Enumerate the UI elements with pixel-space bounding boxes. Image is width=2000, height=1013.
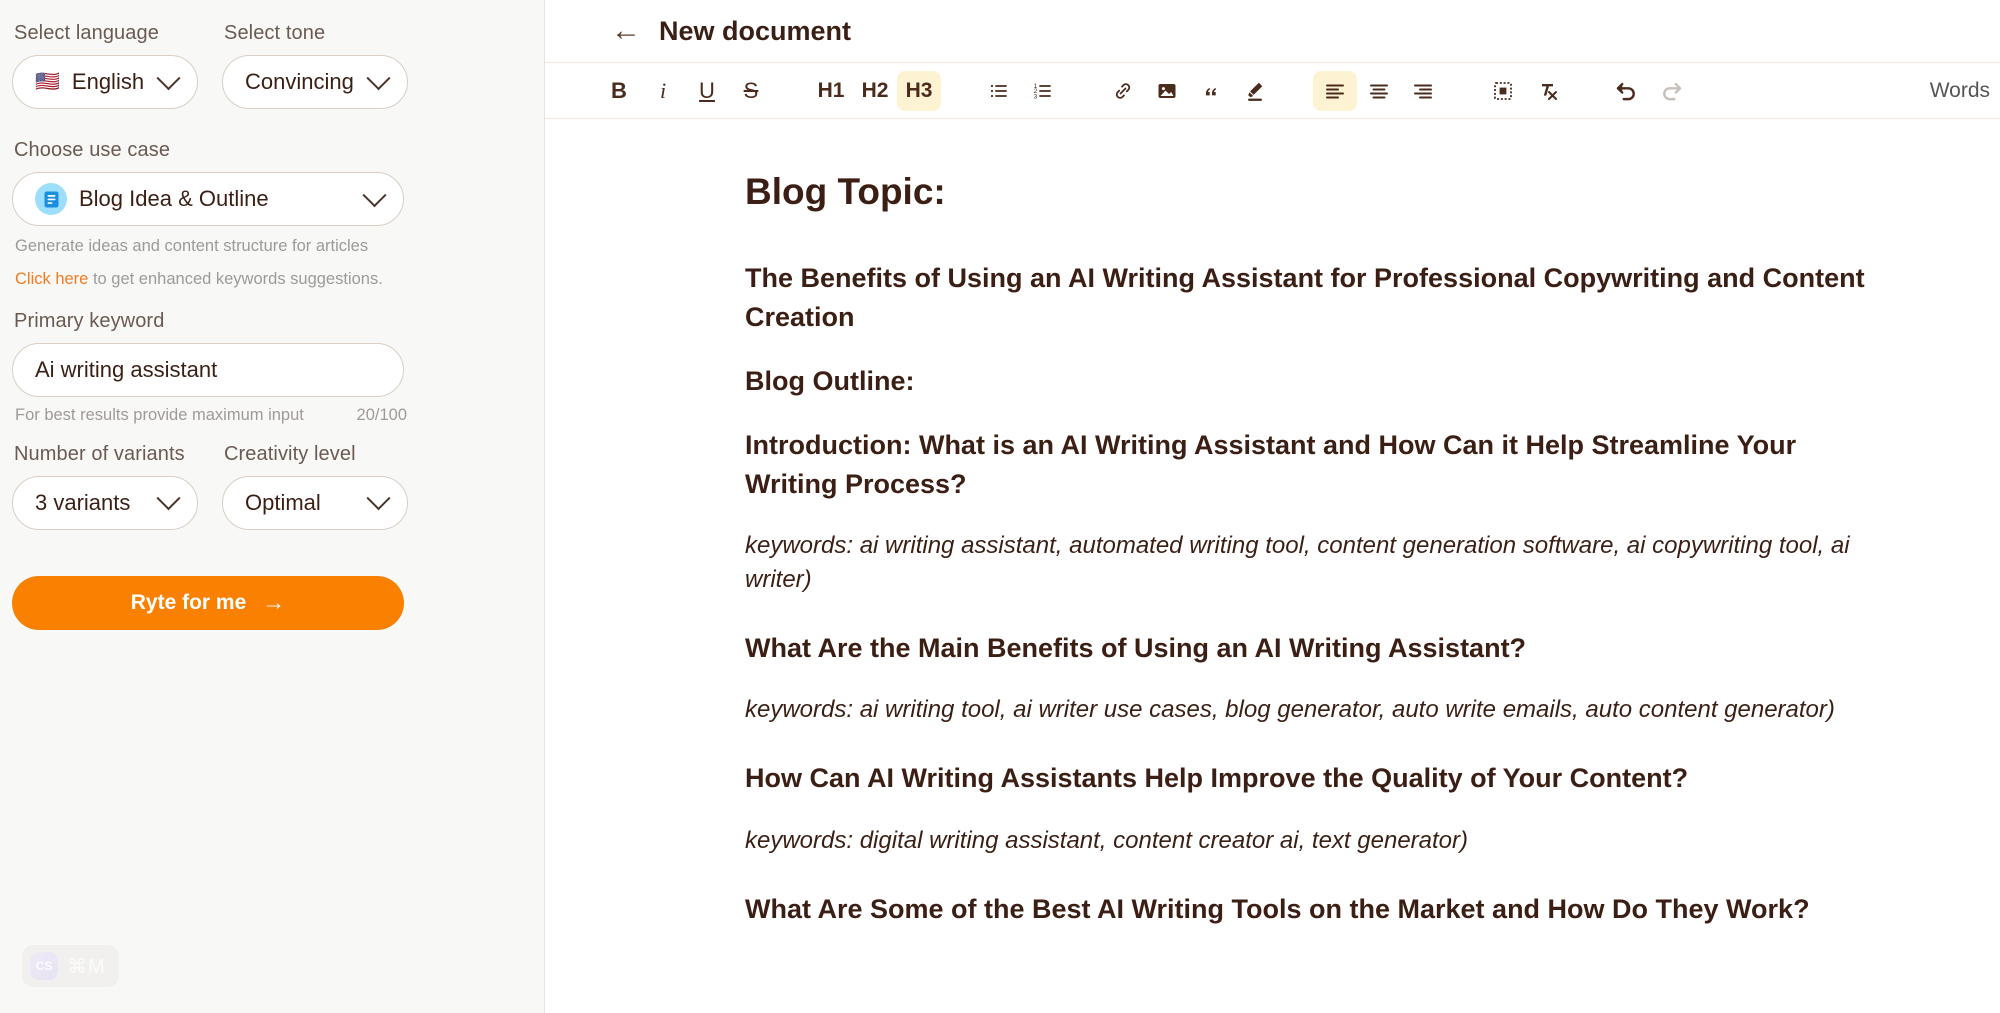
language-tone-row: Select language 🇺🇸 English Select tone C… (12, 22, 520, 123)
chevron-down-icon (156, 66, 180, 90)
heading-2-button[interactable]: H2 (853, 71, 897, 111)
creativity-select-value: Optimal (245, 490, 321, 516)
us-flag-icon: 🇺🇸 (35, 72, 60, 92)
primary-keyword-input[interactable]: Ai writing assistant (12, 343, 404, 397)
outline-section-keywords: keywords: ai writing tool, ai writer use… (745, 693, 1895, 727)
link-button[interactable] (1101, 71, 1145, 111)
blog-topic-title: Blog Topic: (745, 169, 1895, 215)
primary-keyword-field: Primary keyword Ai writing assistant For… (12, 310, 520, 425)
strikethrough-button[interactable]: S (729, 71, 773, 111)
numbered-list-button[interactable]: 1 2 3 (1021, 71, 1065, 111)
align-left-button[interactable] (1313, 71, 1357, 111)
ryte-for-me-button[interactable]: Ryte for me → (12, 576, 404, 630)
shortcut-key-label: ⌘M (67, 954, 106, 979)
heading-3-button[interactable]: H3 (897, 71, 941, 111)
variants-field: Number of variants 3 variants (12, 443, 198, 530)
document-lines-icon (35, 183, 67, 215)
tone-select-value-wrap: Convincing (245, 69, 354, 95)
creativity-value-wrap: Optimal (245, 490, 321, 516)
editor-toolbar: B i U S H1 H2 H3 1 2 3 (545, 62, 2000, 119)
outline-section-heading: Introduction: What is an AI Writing Assi… (745, 426, 1895, 503)
italic-button[interactable]: i (641, 71, 685, 111)
use-case-label: Choose use case (14, 139, 520, 162)
document-panel: ← New document B i U S H1 H2 H3 (545, 0, 2000, 1013)
cs-logo-icon: CS (30, 952, 58, 980)
outline-section-heading: What Are Some of the Best AI Writing Too… (745, 890, 1895, 928)
underline-button[interactable]: U (685, 71, 729, 111)
shortcut-badge[interactable]: CS ⌘M (22, 945, 119, 987)
tone-select[interactable]: Convincing (222, 55, 408, 109)
svg-text:3: 3 (1034, 93, 1038, 100)
tone-label: Select tone (224, 22, 408, 45)
use-case-value: Blog Idea & Outline (79, 186, 269, 212)
creativity-label: Creativity level (224, 443, 408, 466)
redo-button[interactable] (1649, 71, 1693, 111)
word-count-label: Words (1930, 79, 1990, 103)
use-case-select[interactable]: Blog Idea & Outline (12, 172, 404, 226)
blog-topic-text: The Benefits of Using an AI Writing Assi… (745, 259, 1895, 336)
language-label: Select language (14, 22, 198, 45)
highlighter-button[interactable] (1233, 71, 1277, 111)
arrow-left-icon[interactable]: ← (611, 16, 641, 46)
tone-field: Select tone Convincing (222, 22, 408, 109)
bold-button[interactable]: B (597, 71, 641, 111)
variants-creativity-row: Number of variants 3 variants Creativity… (12, 443, 520, 544)
image-button[interactable] (1145, 71, 1189, 111)
document-header: ← New document (545, 0, 2000, 62)
click-here-link[interactable]: Click here (15, 270, 88, 288)
language-select[interactable]: 🇺🇸 English (12, 55, 198, 109)
tone-select-value: Convincing (245, 69, 354, 95)
primary-keyword-hint: For best results provide maximum input (15, 406, 304, 425)
variants-label: Number of variants (14, 443, 198, 466)
variants-value-wrap: 3 variants (35, 490, 130, 516)
outline-section-keywords: keywords: digital writing assistant, con… (745, 824, 1895, 858)
document-title: New document (659, 16, 851, 47)
variants-select[interactable]: 3 variants (12, 476, 198, 530)
primary-keyword-counter: 20/100 (357, 406, 407, 425)
outline-section-heading: How Can AI Writing Assistants Help Impro… (745, 759, 1895, 797)
use-case-description: Generate ideas and content structure for… (15, 234, 520, 259)
language-field: Select language 🇺🇸 English (12, 22, 198, 109)
use-case-field: Choose use case Blog Idea & Outline (12, 139, 520, 292)
document-editor-area[interactable]: Blog Topic: The Benefits of Using an AI … (545, 119, 2000, 1013)
language-select-value: English (72, 69, 144, 95)
settings-sidebar: Select language 🇺🇸 English Select tone C… (0, 0, 545, 1013)
document-content: Blog Topic: The Benefits of Using an AI … (745, 169, 1895, 928)
keywords-suggestion-helper: Click here to get enhanced keywords sugg… (15, 267, 520, 292)
creativity-select[interactable]: Optimal (222, 476, 408, 530)
align-right-button[interactable] (1401, 71, 1445, 111)
chevron-down-icon (366, 486, 390, 510)
ryte-for-me-label: Ryte for me (131, 591, 247, 615)
helper-suffix: to get enhanced keywords suggestions. (88, 270, 382, 288)
bulleted-list-button[interactable] (977, 71, 1021, 111)
primary-keyword-label: Primary keyword (14, 310, 520, 333)
blog-outline-label: Blog Outline: (745, 362, 1895, 400)
align-center-button[interactable] (1357, 71, 1401, 111)
clear-formatting-button[interactable] (1525, 71, 1569, 111)
creativity-field: Creativity level Optimal (222, 443, 408, 530)
app-root: Select language 🇺🇸 English Select tone C… (0, 0, 2000, 1013)
primary-keyword-meta: For best results provide maximum input 2… (15, 406, 407, 425)
blockquote-button[interactable] (1189, 71, 1233, 111)
arrow-right-icon: → (262, 589, 285, 616)
use-case-value-wrap: Blog Idea & Outline (35, 183, 269, 215)
insert-block-button[interactable] (1481, 71, 1525, 111)
variants-select-value: 3 variants (35, 490, 130, 516)
chevron-down-icon (156, 486, 180, 510)
language-select-value-wrap: 🇺🇸 English (35, 69, 144, 95)
outline-section-heading: What Are the Main Benefits of Using an A… (745, 629, 1895, 667)
chevron-down-icon (366, 66, 390, 90)
outline-section-keywords: keywords: ai writing assistant, automate… (745, 529, 1895, 597)
undo-button[interactable] (1605, 71, 1649, 111)
chevron-down-icon (362, 183, 386, 207)
heading-1-button[interactable]: H1 (809, 71, 853, 111)
